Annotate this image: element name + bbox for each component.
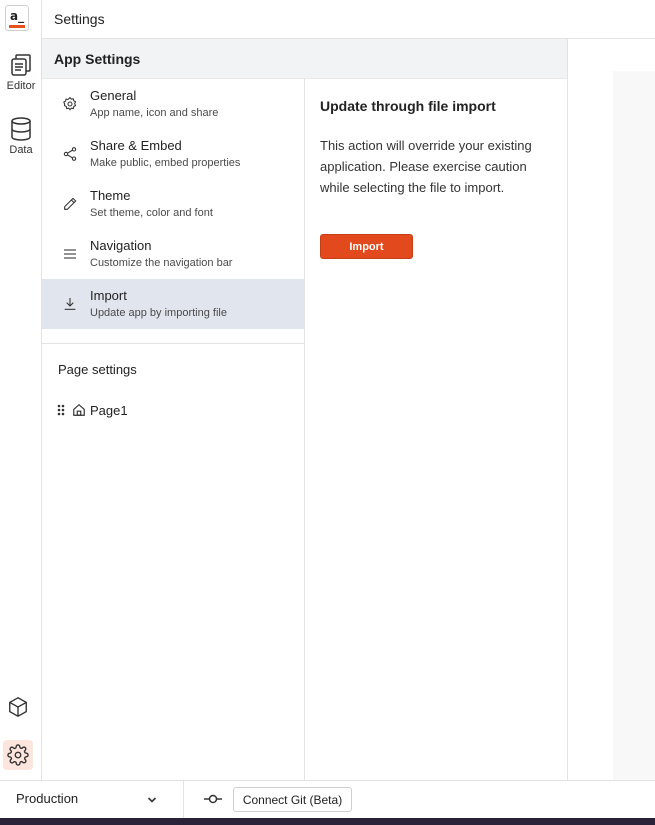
menu-item-navigation[interactable]: Navigation Customize the navigation bar <box>42 229 304 279</box>
rail-item-data[interactable]: Data <box>0 116 42 156</box>
content-description: This action will override your existing … <box>320 138 532 195</box>
download-icon <box>64 298 76 310</box>
editor-icon <box>11 54 31 76</box>
canvas-sheet <box>613 71 655 780</box>
canvas-area <box>568 39 655 780</box>
cube-icon <box>9 697 27 717</box>
menu-item-title: Navigation <box>90 238 152 253</box>
logo-text: a_ <box>10 9 25 23</box>
background-strip <box>0 818 655 825</box>
menu-item-title: General <box>90 88 137 103</box>
import-button[interactable]: Import <box>320 234 413 259</box>
menu-item-subtitle: Make public, embed properties <box>90 157 241 169</box>
top-bar: Settings <box>42 0 655 39</box>
left-rail: a_ Editor Data <box>0 0 42 780</box>
rail-settings-button[interactable] <box>3 740 33 770</box>
database-icon <box>11 117 31 141</box>
page-row-page1[interactable]: Page1 <box>56 401 128 419</box>
page-name: Page1 <box>90 402 128 418</box>
settings-menu: General App name, icon and share Share &… <box>42 79 305 780</box>
pencil-icon <box>64 197 77 210</box>
menu-item-general[interactable]: General App name, icon and share <box>42 79 304 129</box>
home-icon <box>73 403 85 416</box>
menu-item-title: Theme <box>90 188 131 203</box>
menu-divider <box>42 343 305 344</box>
bottom-bar: Production Connect Git (Beta) <box>0 780 655 819</box>
content-heading: Update through file import <box>320 98 496 114</box>
drag-handle-icon[interactable] <box>56 403 66 417</box>
menu-item-subtitle: App name, icon and share <box>90 107 219 119</box>
page-settings-heading: Page settings <box>58 362 137 377</box>
app-logo[interactable]: a_ <box>5 5 29 31</box>
environment-select[interactable]: Production <box>0 781 184 819</box>
rail-label: Data <box>9 144 33 156</box>
menu-item-title: Import <box>90 288 127 303</box>
connect-git-button[interactable]: Connect Git (Beta) <box>233 787 352 812</box>
menu-item-share-embed[interactable]: Share & Embed Make public, embed propert… <box>42 129 304 179</box>
menu-item-subtitle: Set theme, color and font <box>90 207 213 219</box>
menu-item-subtitle: Update app by importing file <box>90 307 227 319</box>
rail-cube-button[interactable] <box>3 692 33 722</box>
gear-icon <box>7 744 29 766</box>
menu-item-import[interactable]: Import Update app by importing file <box>42 279 304 329</box>
settings-panel: App Settings General App name, icon and … <box>42 39 568 780</box>
import-content: Update through file import This action w… <box>305 79 568 780</box>
chevron-down-icon <box>147 797 157 803</box>
menu-icon <box>64 249 76 259</box>
rail-label: Editor <box>6 80 36 92</box>
rail-item-editor[interactable]: Editor <box>0 52 42 92</box>
share-icon <box>63 147 77 161</box>
panel-title: App Settings <box>42 39 567 79</box>
menu-item-theme[interactable]: Theme Set theme, color and font <box>42 179 304 229</box>
menu-item-title: Share & Embed <box>90 138 182 153</box>
git-commit-icon <box>204 794 222 804</box>
window-title: Settings <box>54 11 105 27</box>
menu-item-subtitle: Customize the navigation bar <box>90 257 233 269</box>
gear-icon <box>63 96 77 111</box>
environment-value: Production <box>16 791 79 806</box>
